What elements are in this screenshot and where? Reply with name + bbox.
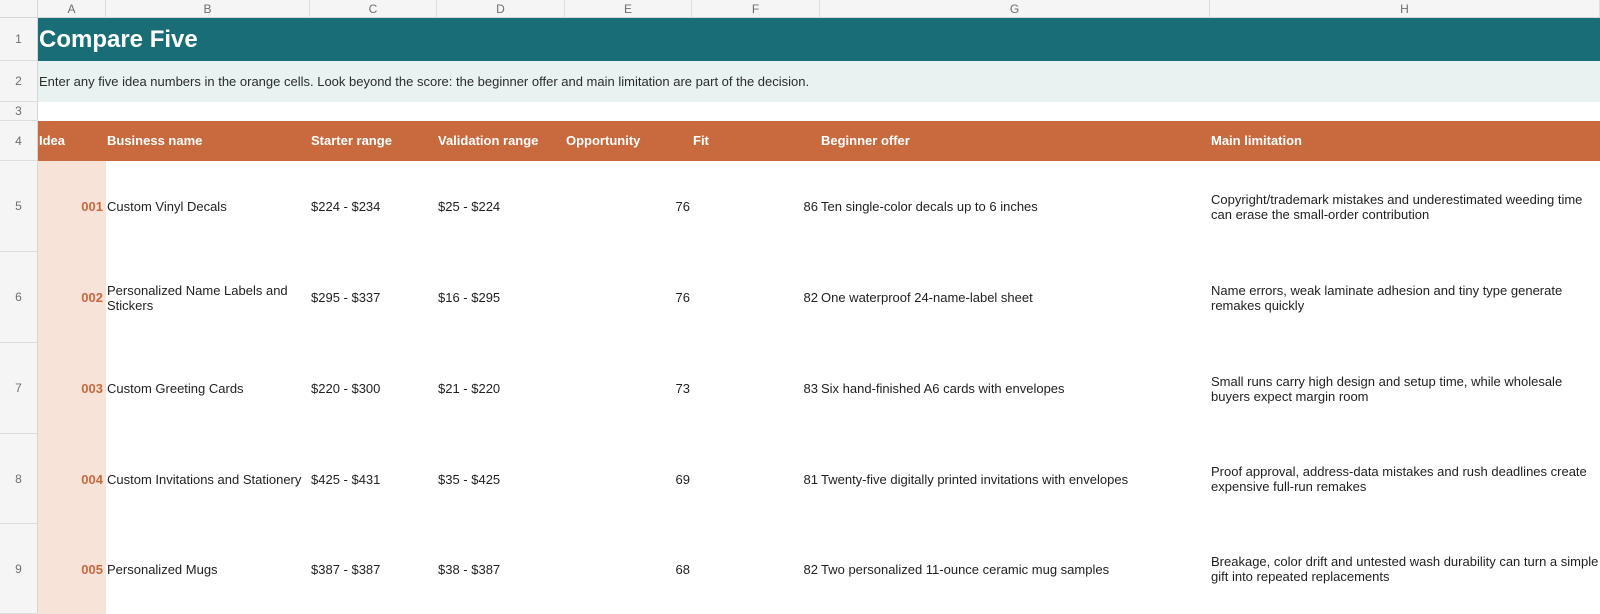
column-header-e[interactable]: E — [565, 0, 692, 18]
opportunity-score-cell[interactable]: 69 — [565, 434, 690, 524]
column-header-c[interactable]: C — [310, 0, 437, 18]
beginner-offer-cell[interactable]: Ten single-color decals up to 6 inches — [821, 161, 1209, 252]
idea-number-input[interactable]: 005 — [38, 524, 106, 614]
starter-range-cell[interactable]: $387 - $387 — [311, 524, 437, 614]
fit-score-cell[interactable]: 82 — [692, 524, 818, 614]
row-header-4[interactable]: 4 — [0, 121, 38, 161]
header-idea[interactable]: Idea — [39, 121, 65, 161]
row-header-8[interactable]: 8 — [0, 434, 38, 524]
row-header-3[interactable]: 3 — [0, 102, 38, 121]
row-header-6[interactable]: 6 — [0, 252, 38, 343]
opportunity-score-cell[interactable]: 68 — [565, 524, 690, 614]
main-limitation-cell[interactable]: Copyright/trademark mistakes and underes… — [1211, 161, 1599, 252]
column-header-f[interactable]: F — [692, 0, 820, 18]
validation-range-cell[interactable]: $35 - $425 — [438, 434, 565, 524]
business-name-cell[interactable]: Personalized Name Labels and Stickers — [107, 252, 310, 343]
business-name-cell[interactable]: Custom Greeting Cards — [107, 343, 310, 434]
header-fit[interactable]: Fit — [693, 121, 709, 161]
spreadsheet: A B C D E F G H 1 2 3 4 5 6 7 8 9 Compar… — [0, 0, 1600, 614]
row-header-5[interactable]: 5 — [0, 161, 38, 252]
business-name-cell[interactable]: Custom Vinyl Decals — [107, 161, 310, 252]
column-header-b[interactable]: B — [106, 0, 310, 18]
fit-score-cell[interactable]: 83 — [692, 343, 818, 434]
business-name-cell[interactable]: Custom Invitations and Stationery — [107, 434, 310, 524]
validation-range-cell[interactable]: $16 - $295 — [438, 252, 565, 343]
beginner-offer-cell[interactable]: Six hand-finished A6 cards with envelope… — [821, 343, 1209, 434]
beginner-offer-cell[interactable]: Twenty-five digitally printed invitation… — [821, 434, 1209, 524]
instruction-text[interactable]: Enter any five idea numbers in the orang… — [39, 61, 809, 102]
title-band — [38, 18, 1600, 61]
column-header-a[interactable]: A — [38, 0, 106, 18]
main-limitation-cell[interactable]: Proof approval, address-data mistakes an… — [1211, 434, 1599, 524]
row-header-9[interactable]: 9 — [0, 524, 38, 614]
beginner-offer-cell[interactable]: Two personalized 11-ounce ceramic mug sa… — [821, 524, 1209, 614]
header-starter-range[interactable]: Starter range — [311, 121, 392, 161]
fit-score-cell[interactable]: 82 — [692, 252, 818, 343]
validation-range-cell[interactable]: $38 - $387 — [438, 524, 565, 614]
table-header-band — [38, 121, 1600, 161]
column-header-h[interactable]: H — [1210, 0, 1600, 18]
idea-number-input[interactable]: 002 — [38, 252, 106, 343]
header-main-limitation[interactable]: Main limitation — [1211, 121, 1302, 161]
column-header-g[interactable]: G — [820, 0, 1210, 18]
main-limitation-cell[interactable]: Name errors, weak laminate adhesion and … — [1211, 252, 1599, 343]
row-header-1[interactable]: 1 — [0, 18, 38, 61]
opportunity-score-cell[interactable]: 76 — [565, 252, 690, 343]
starter-range-cell[interactable]: $220 - $300 — [311, 343, 437, 434]
fit-score-cell[interactable]: 81 — [692, 434, 818, 524]
header-opportunity[interactable]: Opportunity — [566, 121, 640, 161]
select-all-corner[interactable] — [0, 0, 38, 18]
validation-range-cell[interactable]: $21 - $220 — [438, 343, 565, 434]
beginner-offer-cell[interactable]: One waterproof 24-name-label sheet — [821, 252, 1209, 343]
row-header-7[interactable]: 7 — [0, 343, 38, 434]
main-limitation-cell[interactable]: Breakage, color drift and untested wash … — [1211, 524, 1599, 614]
idea-number-input[interactable]: 004 — [38, 434, 106, 524]
header-validation-range[interactable]: Validation range — [438, 121, 538, 161]
sheet-title[interactable]: Compare Five — [39, 18, 198, 61]
opportunity-score-cell[interactable]: 73 — [565, 343, 690, 434]
starter-range-cell[interactable]: $425 - $431 — [311, 434, 437, 524]
business-name-cell[interactable]: Personalized Mugs — [107, 524, 310, 614]
fit-score-cell[interactable]: 86 — [692, 161, 818, 252]
column-header-d[interactable]: D — [437, 0, 565, 18]
idea-number-input[interactable]: 003 — [38, 343, 106, 434]
starter-range-cell[interactable]: $295 - $337 — [311, 252, 437, 343]
idea-number-input[interactable]: 001 — [38, 161, 106, 252]
row-header-2[interactable]: 2 — [0, 61, 38, 102]
header-business-name[interactable]: Business name — [107, 121, 202, 161]
main-limitation-cell[interactable]: Small runs carry high design and setup t… — [1211, 343, 1599, 434]
opportunity-score-cell[interactable]: 76 — [565, 161, 690, 252]
header-beginner-offer[interactable]: Beginner offer — [821, 121, 910, 161]
starter-range-cell[interactable]: $224 - $234 — [311, 161, 437, 252]
validation-range-cell[interactable]: $25 - $224 — [438, 161, 565, 252]
